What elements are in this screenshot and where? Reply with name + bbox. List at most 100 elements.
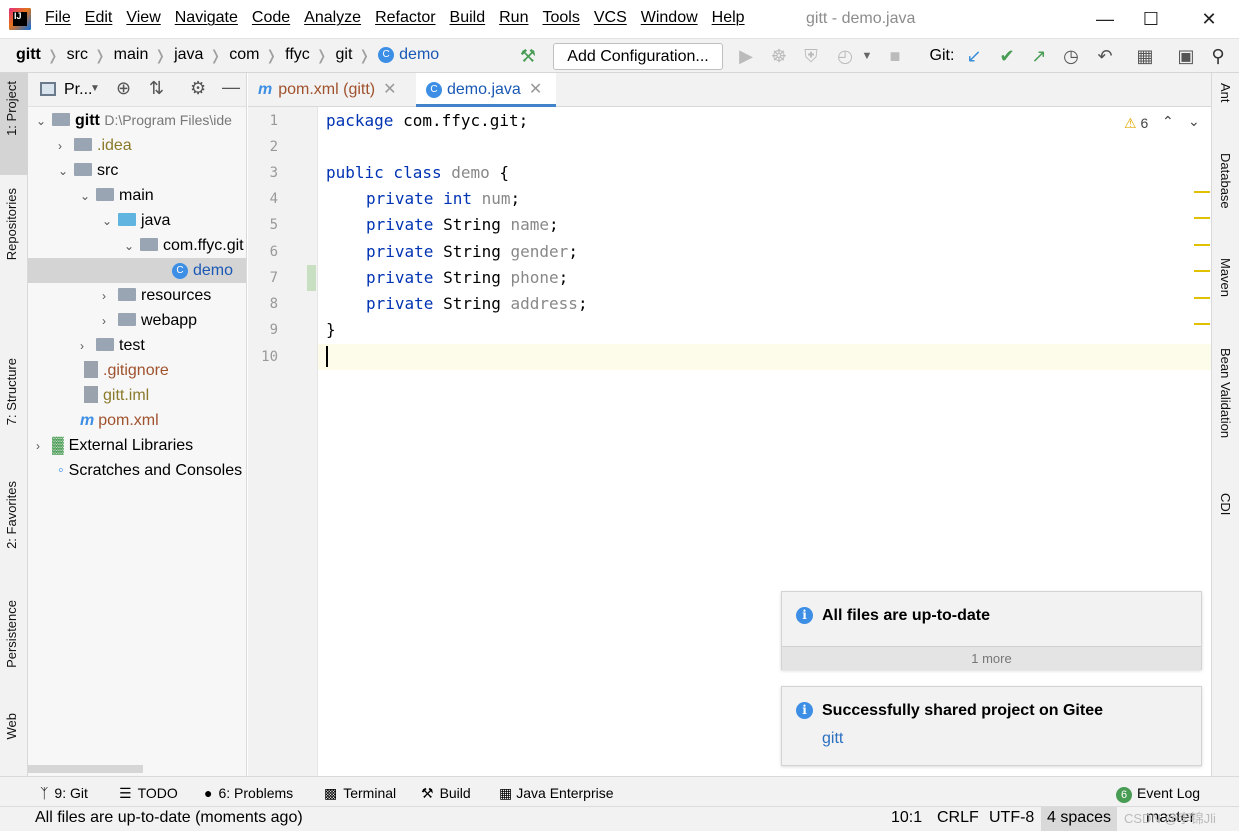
- breadcrumb-java[interactable]: java: [174, 46, 203, 64]
- tool-tab-build[interactable]: ⚒ Build: [421, 785, 471, 802]
- tool-tab-java-enterprise[interactable]: ▦ Java Enterprise: [499, 785, 614, 802]
- minimize-icon[interactable]: —: [1090, 6, 1120, 32]
- menu-build[interactable]: Build: [450, 9, 486, 27]
- menu-view[interactable]: View: [126, 9, 160, 27]
- gear-icon[interactable]: ⚙: [190, 78, 206, 99]
- tree-item-scratches[interactable]: ◦ Scratches and Consoles: [58, 458, 242, 483]
- close-icon[interactable]: ✕: [1194, 6, 1224, 32]
- inspection-widget[interactable]: ⚠ 6: [1124, 115, 1148, 132]
- tree-item-package[interactable]: ⌄ com.ffyc.git: [124, 233, 244, 258]
- indent-setting[interactable]: 4 spaces: [1041, 807, 1118, 831]
- git-update-icon[interactable]: ↙: [963, 46, 985, 66]
- git-commit-icon[interactable]: ✔: [996, 46, 1018, 66]
- tool-tab-bean-validation[interactable]: Bean Validation: [1218, 348, 1233, 438]
- tab-pom-xml[interactable]: m pom.xml (gitt) ✕: [248, 73, 413, 107]
- breadcrumb-demo[interactable]: demo: [399, 46, 439, 64]
- profile-icon[interactable]: ◴: [834, 46, 856, 66]
- tool-tab-project[interactable]: 1: Project: [4, 81, 19, 136]
- menu-run[interactable]: Run: [499, 9, 528, 27]
- run-icon[interactable]: ▶: [735, 46, 757, 66]
- tree-root-gitt[interactable]: ⌄ gitt D:\Program Files\ide: [36, 108, 232, 133]
- menu-analyze[interactable]: Analyze: [304, 9, 361, 27]
- project-view-selector[interactable]: Pr...: [64, 81, 92, 99]
- chevron-down-icon[interactable]: ▼: [90, 83, 100, 94]
- debug-icon[interactable]: ☸: [768, 46, 790, 66]
- menu-edit[interactable]: Edit: [85, 9, 113, 27]
- tree-item-pom[interactable]: m pom.xml: [80, 408, 159, 433]
- tool-tab-problems[interactable]: ● 6: Problems: [204, 785, 293, 801]
- tree-item-java[interactable]: ⌄ java: [102, 208, 170, 233]
- status-message[interactable]: All files are up-to-date (moments ago): [35, 809, 303, 827]
- tree-item-gitignore[interactable]: .gitignore: [84, 358, 169, 383]
- notification-up-to-date[interactable]: i All files are up-to-date 1 more: [781, 591, 1202, 670]
- tree-item-idea[interactable]: › .idea: [58, 133, 132, 158]
- breadcrumb-main[interactable]: main: [114, 46, 149, 64]
- locate-icon[interactable]: ⊕: [116, 78, 131, 99]
- stop-icon[interactable]: ■: [884, 46, 906, 66]
- tree-item-src[interactable]: ⌄ src: [58, 158, 118, 183]
- tool-tab-todo[interactable]: ☰ TODO: [119, 785, 178, 802]
- tool-tab-repositories[interactable]: Repositories: [4, 188, 19, 260]
- chevron-down-icon[interactable]: ⌄: [1188, 113, 1200, 130]
- breadcrumb-gitt[interactable]: gitt: [16, 46, 41, 64]
- tool-tab-web[interactable]: Web: [4, 713, 19, 740]
- build-hammer-icon[interactable]: ⚒: [517, 46, 539, 66]
- tree-item-resources[interactable]: › resources: [102, 283, 211, 308]
- collapse-all-icon[interactable]: ⇅: [149, 78, 164, 99]
- hide-icon[interactable]: —: [222, 77, 240, 98]
- tree-item-webapp[interactable]: › webapp: [102, 308, 197, 333]
- menu-file[interactable]: File: [45, 9, 71, 27]
- tree-item-gitt-iml[interactable]: gitt.iml: [84, 383, 149, 408]
- gitee-project-link[interactable]: gitt: [822, 730, 843, 748]
- line-separator[interactable]: CRLF: [937, 809, 979, 827]
- tree-item-external-libraries[interactable]: › ▓ External Libraries: [36, 433, 193, 458]
- search-icon[interactable]: ⚲: [1207, 46, 1229, 66]
- tool-tab-cdi[interactable]: CDI: [1218, 493, 1233, 515]
- close-tab-icon[interactable]: ✕: [383, 81, 396, 98]
- tool-tab-git[interactable]: ᛉ 9: Git: [40, 785, 88, 801]
- tool-tab-favorites[interactable]: 2: Favorites: [4, 481, 19, 549]
- breadcrumb-com[interactable]: com: [229, 46, 259, 64]
- caret-position[interactable]: 10:1: [891, 809, 922, 827]
- notification-more-link[interactable]: 1 more: [782, 646, 1201, 670]
- tool-tab-database[interactable]: Database: [1218, 153, 1233, 209]
- menu-refactor[interactable]: Refactor: [375, 9, 435, 27]
- horizontal-scrollbar[interactable]: [28, 765, 143, 773]
- chevron-down-icon[interactable]: ▼: [856, 46, 878, 66]
- tool-tab-structure[interactable]: 7: Structure: [4, 358, 19, 425]
- breadcrumb-ffyc[interactable]: ffyc: [285, 46, 310, 64]
- code-editor[interactable]: 1 2 3 4 5 6 7 8 9 10 package com.ffyc.gi…: [248, 107, 1211, 776]
- notification-shared-on-gitee[interactable]: i Successfully shared project on Gitee g…: [781, 686, 1202, 766]
- coverage-icon[interactable]: ⛨: [800, 46, 822, 66]
- menu-tools[interactable]: Tools: [542, 9, 579, 27]
- file-encoding[interactable]: UTF-8: [989, 809, 1034, 827]
- menu-navigate[interactable]: Navigate: [175, 9, 238, 27]
- maximize-icon[interactable]: ☐: [1136, 6, 1166, 32]
- project-panel: Pr... ▼ ⊕ ⇅ ⚙ — ⌄ gitt D:\Program Files\i…: [28, 73, 247, 776]
- chevron-up-icon[interactable]: ⌃: [1162, 113, 1174, 130]
- breadcrumb-git[interactable]: git: [336, 46, 353, 64]
- menu-help[interactable]: Help: [712, 9, 745, 27]
- menu-window[interactable]: Window: [641, 9, 698, 27]
- tree-label: demo: [193, 262, 234, 279]
- project-structure-icon[interactable]: ▦: [1134, 46, 1156, 66]
- editor-tabs: m pom.xml (gitt) ✕ Cdemo.java ✕: [248, 73, 1211, 107]
- tool-tab-maven[interactable]: Maven: [1218, 258, 1233, 297]
- menu-vcs[interactable]: VCS: [594, 9, 627, 27]
- history-icon[interactable]: ◷: [1060, 46, 1082, 66]
- tab-demo-java[interactable]: Cdemo.java ✕: [416, 73, 556, 107]
- tool-tab-persistence[interactable]: Persistence: [4, 600, 19, 668]
- menu-code[interactable]: Code: [252, 9, 290, 27]
- presentation-icon[interactable]: ▣: [1175, 46, 1197, 66]
- rollback-icon[interactable]: ↶: [1094, 46, 1116, 66]
- tree-item-test[interactable]: › test: [80, 333, 145, 358]
- tree-item-main[interactable]: ⌄ main: [80, 183, 154, 208]
- add-configuration-button[interactable]: Add Configuration...: [553, 43, 723, 70]
- tool-tab-ant[interactable]: Ant: [1218, 83, 1233, 103]
- close-tab-icon[interactable]: ✕: [529, 81, 542, 98]
- git-push-icon[interactable]: ↗: [1028, 46, 1050, 66]
- tool-tab-event-log[interactable]: 6 Event Log: [1116, 785, 1200, 803]
- tree-item-demo[interactable]: Cdemo: [28, 258, 246, 283]
- tool-tab-terminal[interactable]: ▩ Terminal: [324, 785, 396, 802]
- breadcrumb-src[interactable]: src: [67, 46, 88, 64]
